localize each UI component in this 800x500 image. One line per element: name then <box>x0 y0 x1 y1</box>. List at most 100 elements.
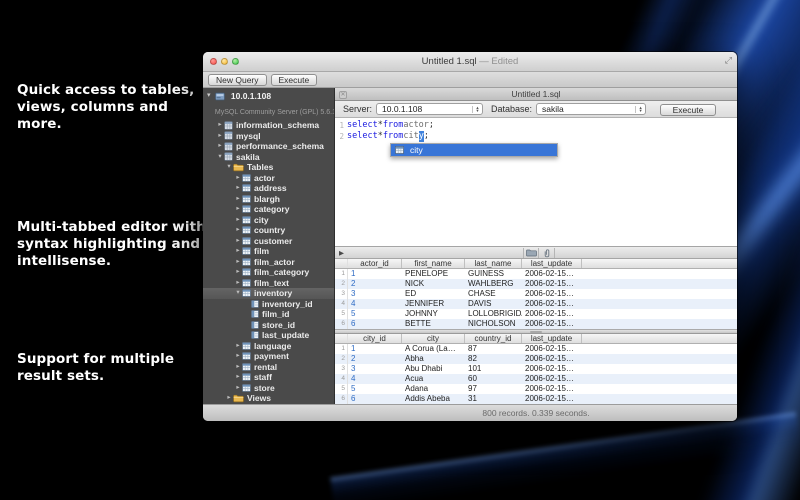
chevron-right-icon[interactable]: ▸ <box>234 278 242 288</box>
tree-item-film_text[interactable]: ▸film_text <box>203 278 334 289</box>
tree-item-last_update[interactable]: last_update <box>203 330 334 341</box>
cell-last_name[interactable]: GUINESS <box>465 269 522 279</box>
cell-actor_id[interactable]: 4 <box>348 299 402 309</box>
cell-city_id[interactable]: 1 <box>348 344 402 354</box>
cell-city[interactable]: Abu Dhabi <box>402 364 465 374</box>
table-row[interactable]: 55JOHNNYLOLLOBRIGIDA2006-02-15… <box>335 309 737 319</box>
chevron-right-icon[interactable]: ▸ <box>234 341 242 351</box>
chevron-right-icon[interactable]: ▸ <box>234 362 242 372</box>
tree-item-film_id[interactable]: film_id <box>203 309 334 320</box>
tree-item-information_schema[interactable]: ▸information_schema <box>203 120 334 131</box>
table-row[interactable]: 44Acua602006-02-15… <box>335 374 737 384</box>
cell-country_id[interactable]: 97 <box>465 384 522 394</box>
tree-item-rental[interactable]: ▸rental <box>203 362 334 373</box>
tree-item-mysql[interactable]: ▸mysql <box>203 131 334 142</box>
results-splitter[interactable] <box>335 329 737 334</box>
cell-first_name[interactable]: BETTE <box>402 319 465 329</box>
cell-actor_id[interactable]: 5 <box>348 309 402 319</box>
cell-last_update[interactable]: 2006-02-15… <box>522 384 582 394</box>
server-tree-item[interactable]: ▾ 10.0.1.108 MySQL Community Server (GPL… <box>203 90 334 120</box>
tree-item-inventory_id[interactable]: inventory_id <box>203 299 334 310</box>
table-row[interactable]: 22Abha822006-02-15… <box>335 354 737 364</box>
chevron-right-icon[interactable]: ▸ <box>216 141 224 151</box>
cell-actor_id[interactable]: 2 <box>348 279 402 289</box>
cell-last_name[interactable]: LOLLOBRIGIDA <box>465 309 522 319</box>
title-bar[interactable]: Untitled 1.sql — Edited ⤢ <box>203 52 737 72</box>
cell-first_name[interactable]: JENNIFER <box>402 299 465 309</box>
chevron-right-icon[interactable]: ▸ <box>234 236 242 246</box>
chevron-right-icon[interactable]: ▸ <box>225 393 233 403</box>
tree-item-film[interactable]: ▸film <box>203 246 334 257</box>
cell-last_name[interactable]: WAHLBERG <box>465 279 522 289</box>
export-folder-icon[interactable] <box>523 248 539 258</box>
table-row[interactable]: 55Adana972006-02-15… <box>335 384 737 394</box>
tree-item-country[interactable]: ▸country <box>203 225 334 236</box>
table-row[interactable]: 44JENNIFERDAVIS2006-02-15… <box>335 299 737 309</box>
tree-item-customer[interactable]: ▸customer <box>203 236 334 247</box>
column-header-last_name[interactable]: last_name <box>465 259 522 268</box>
tree-item-sakila[interactable]: ▾sakila <box>203 152 334 163</box>
cell-city_id[interactable]: 6 <box>348 394 402 404</box>
cell-actor_id[interactable]: 3 <box>348 289 402 299</box>
cell-last_name[interactable]: CHASE <box>465 289 522 299</box>
cell-country_id[interactable]: 87 <box>465 344 522 354</box>
cell-last_update[interactable]: 2006-02-15… <box>522 374 582 384</box>
cell-first_name[interactable]: PENELOPE <box>402 269 465 279</box>
table-row[interactable]: 66Addis Abeba312006-02-15… <box>335 394 737 404</box>
tree-item-inventory[interactable]: ▾inventory <box>203 288 334 299</box>
cell-city_id[interactable]: 4 <box>348 374 402 384</box>
collapse-results-icon[interactable]: ▶ <box>339 249 344 257</box>
tree-item-Tables[interactable]: ▾Tables <box>203 162 334 173</box>
cell-last_update[interactable]: 2006-02-15… <box>522 309 582 319</box>
editor-line[interactable]: 2select * from city; <box>335 131 737 142</box>
cell-city[interactable]: Adana <box>402 384 465 394</box>
chevron-down-icon[interactable]: ▾ <box>216 152 224 162</box>
chevron-right-icon[interactable]: ▸ <box>234 257 242 267</box>
cell-country_id[interactable]: 60 <box>465 374 522 384</box>
cell-first_name[interactable]: JOHNNY <box>402 309 465 319</box>
cell-country_id[interactable]: 31 <box>465 394 522 404</box>
cell-actor_id[interactable]: 6 <box>348 319 402 329</box>
execute-toolbar-button[interactable]: Execute <box>271 74 318 86</box>
cell-actor_id[interactable]: 1 <box>348 269 402 279</box>
cell-last_update[interactable]: 2006-02-15… <box>522 344 582 354</box>
cell-country_id[interactable]: 82 <box>465 354 522 364</box>
cell-country_id[interactable]: 101 <box>465 364 522 374</box>
cell-last_name[interactable]: NICHOLSON <box>465 319 522 329</box>
cell-city[interactable]: A Corua (La… <box>402 344 465 354</box>
cell-city[interactable]: Acua <box>402 374 465 384</box>
cell-last_update[interactable]: 2006-02-15… <box>522 354 582 364</box>
new-query-button[interactable]: New Query <box>208 74 267 86</box>
chevron-down-icon[interactable]: ▾ <box>207 91 215 119</box>
server-select[interactable]: 10.0.1.108 ▲▼ <box>376 103 483 115</box>
column-header-city_id[interactable]: city_id <box>348 334 402 343</box>
table-row[interactable]: 22NICKWAHLBERG2006-02-15… <box>335 279 737 289</box>
cell-city_id[interactable]: 3 <box>348 364 402 374</box>
chevron-right-icon[interactable]: ▸ <box>234 383 242 393</box>
editor-line[interactable]: 1select * from actor; <box>335 120 737 131</box>
database-select[interactable]: sakila ▲▼ <box>536 103 646 115</box>
table-row[interactable]: 11PENELOPEGUINESS2006-02-15… <box>335 269 737 279</box>
cell-last_update[interactable]: 2006-02-15… <box>522 394 582 404</box>
tree-item-payment[interactable]: ▸payment <box>203 351 334 362</box>
tree-item-Views[interactable]: ▸Views <box>203 393 334 404</box>
tree-item-film_category[interactable]: ▸film_category <box>203 267 334 278</box>
tree-item-store_id[interactable]: store_id <box>203 320 334 331</box>
chevron-right-icon[interactable]: ▸ <box>216 131 224 141</box>
cell-last_update[interactable]: 2006-02-15… <box>522 279 582 289</box>
chevron-right-icon[interactable]: ▸ <box>234 225 242 235</box>
cell-city[interactable]: Abha <box>402 354 465 364</box>
chevron-right-icon[interactable]: ▸ <box>234 194 242 204</box>
column-header-city[interactable]: city <box>402 334 465 343</box>
chevron-right-icon[interactable]: ▸ <box>234 246 242 256</box>
table-row[interactable]: 33Abu Dhabi1012006-02-15… <box>335 364 737 374</box>
chevron-right-icon[interactable]: ▸ <box>234 215 242 225</box>
chevron-right-icon[interactable]: ▸ <box>216 120 224 130</box>
cell-last_name[interactable]: DAVIS <box>465 299 522 309</box>
cell-last_update[interactable]: 2006-02-15… <box>522 289 582 299</box>
tree-item-film_actor[interactable]: ▸film_actor <box>203 257 334 268</box>
fullscreen-icon[interactable]: ⤢ <box>725 56 732 65</box>
cell-first_name[interactable]: ED <box>402 289 465 299</box>
cell-last_update[interactable]: 2006-02-15… <box>522 364 582 374</box>
tree-item-blargh[interactable]: ▸blargh <box>203 194 334 205</box>
